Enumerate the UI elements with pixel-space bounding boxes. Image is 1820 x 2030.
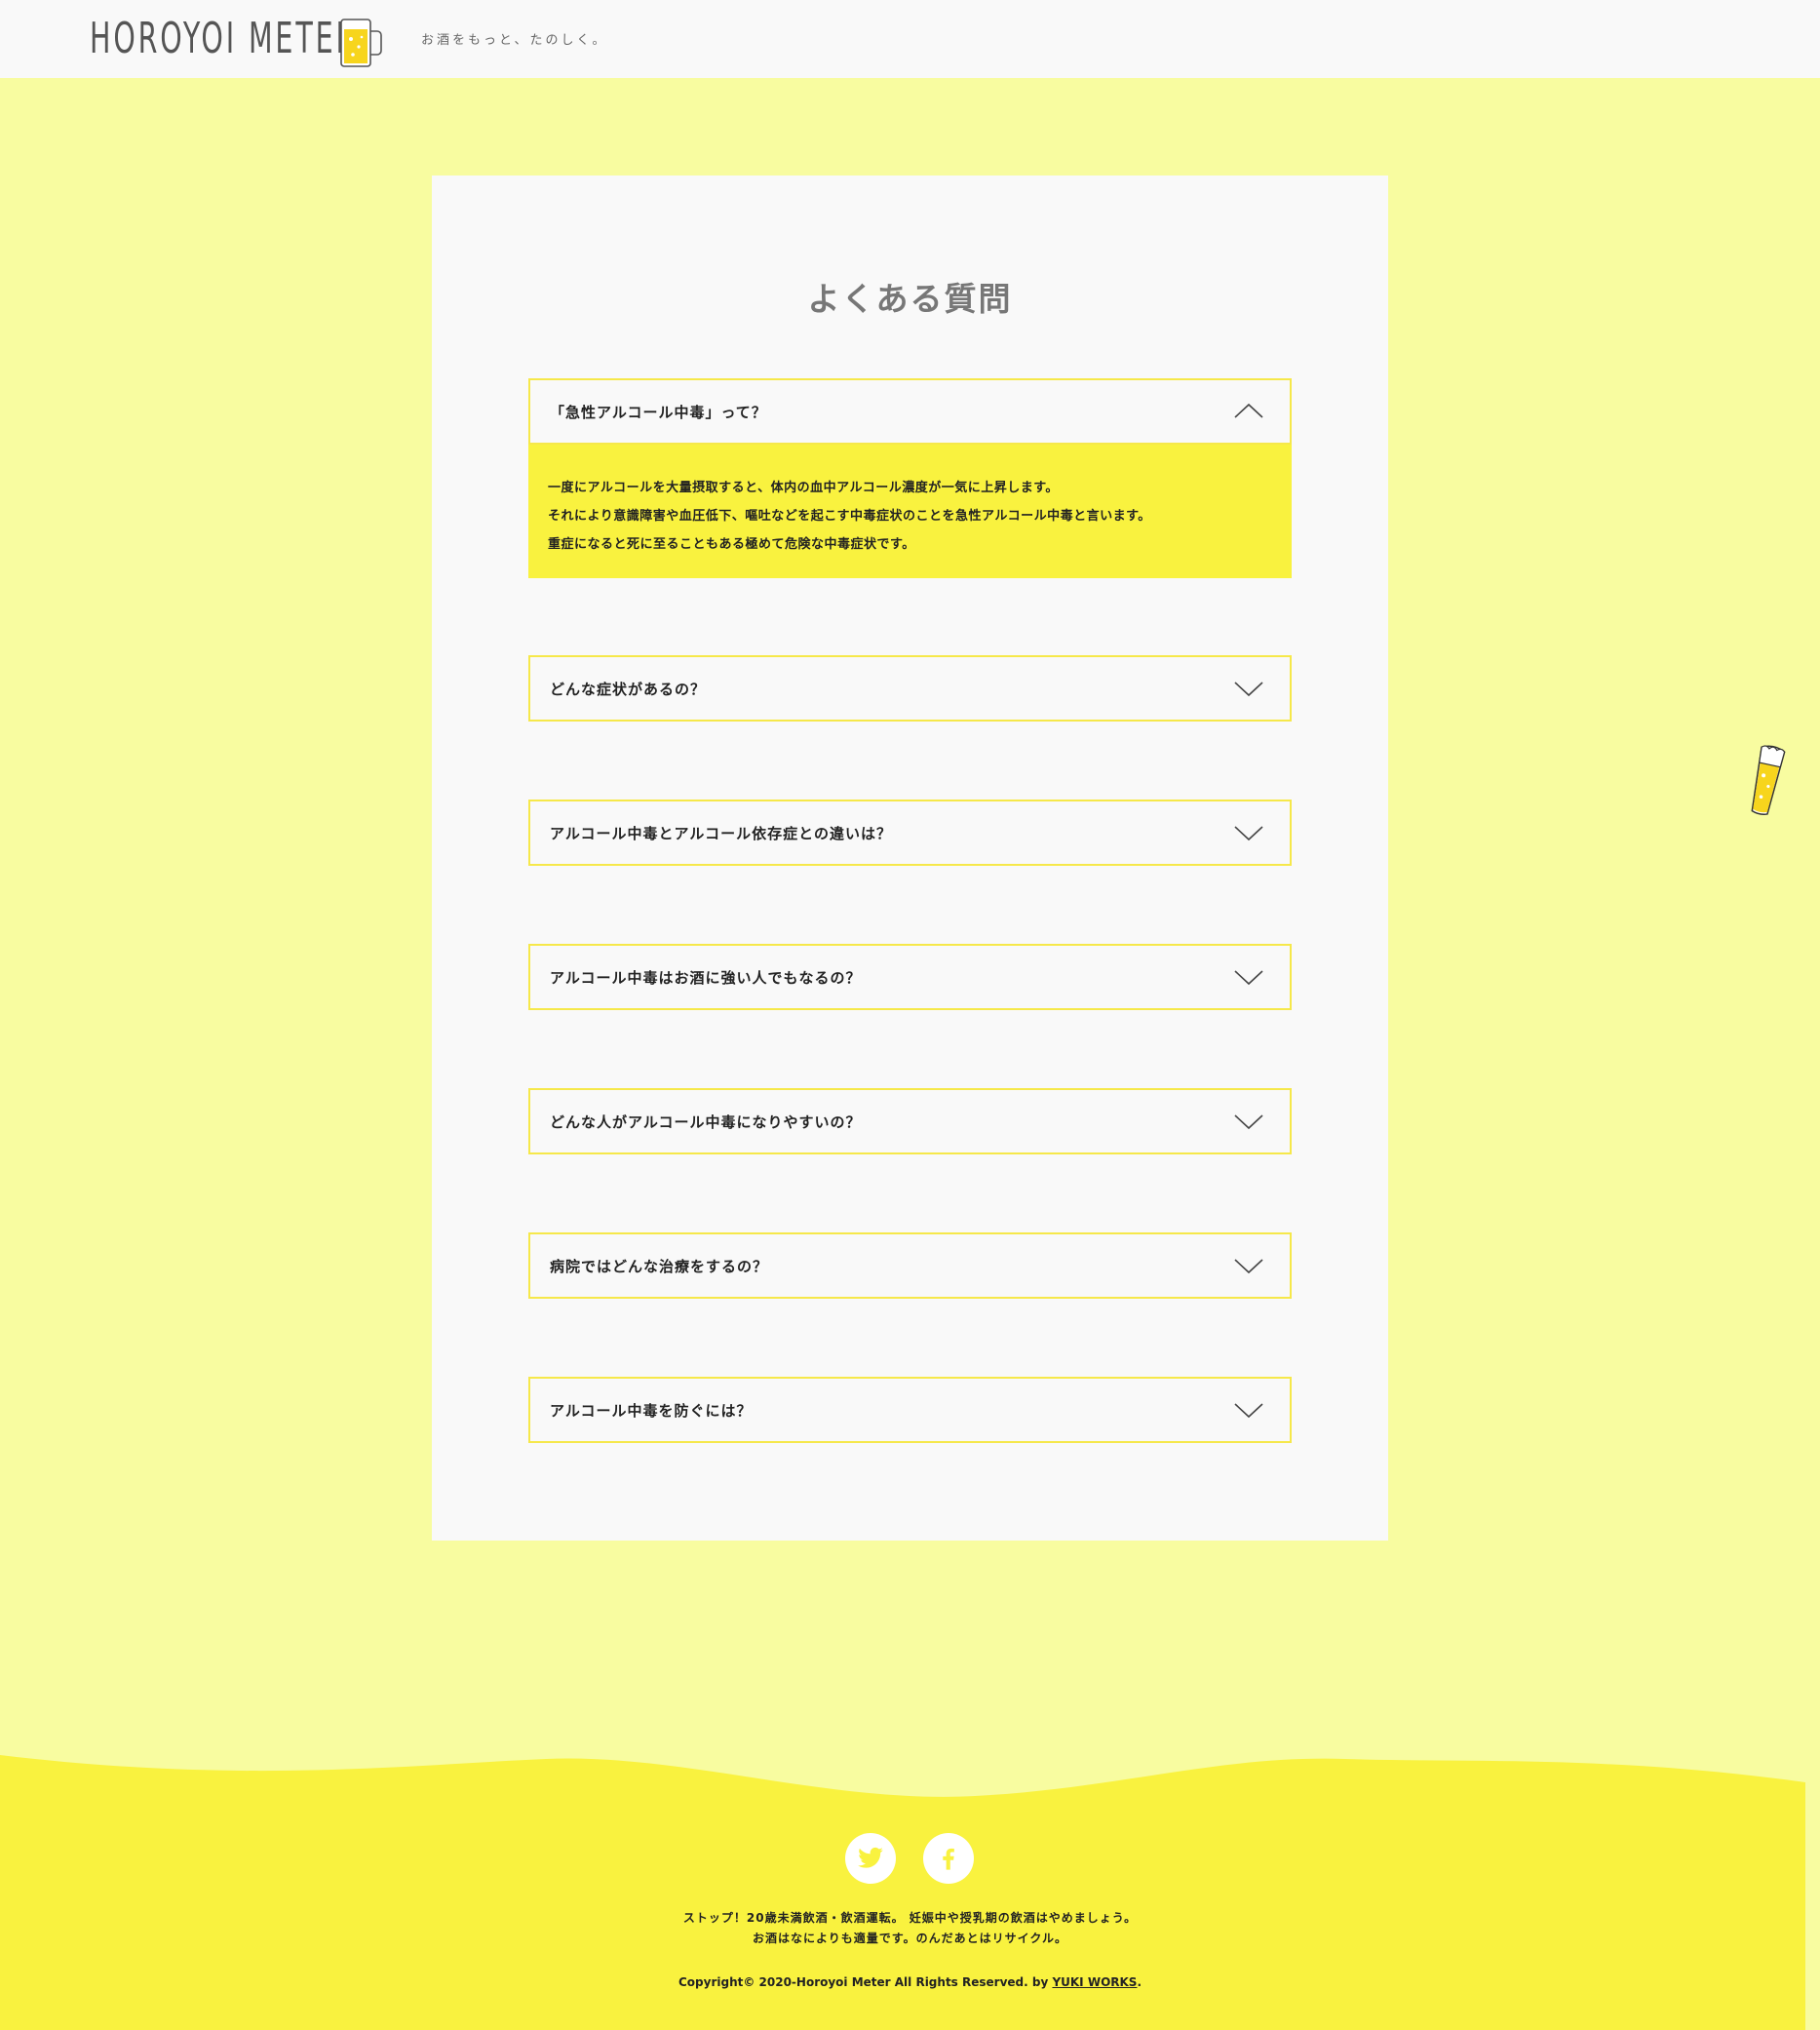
chevron-down-icon: [1234, 826, 1263, 841]
beer-glass-icon[interactable]: [1745, 743, 1788, 819]
footer-note-line2: お酒はなによりも適量です。のんだあとはリサイクル。: [753, 1932, 1067, 1945]
faq-question: アルコール中毒とアルコール依存症との違いは？: [550, 825, 892, 842]
twitter-button[interactable]: [845, 1833, 896, 1884]
faq-question-toggle[interactable]: アルコール中毒とアルコール依存症との違いは？: [528, 800, 1292, 866]
yuki-works-link[interactable]: YUKI WORKS: [1052, 1975, 1137, 1989]
faq-question: アルコール中毒はお酒に強い人でもなるの？: [550, 969, 862, 987]
faq-answer-line: 重症になると死に至ることもある極めて危険な中毒症状です。: [548, 537, 915, 552]
faq-question-toggle[interactable]: 「急性アルコール中毒」って？: [528, 378, 1292, 445]
faq-question-toggle[interactable]: 病院ではどんな治療をするの？: [528, 1232, 1292, 1299]
faq-question-toggle[interactable]: どんな症状があるの？: [528, 655, 1292, 722]
faq-question: アルコール中毒を防ぐには？: [550, 1402, 753, 1420]
chevron-down-icon: [1234, 970, 1263, 986]
page-title: よくある質問: [807, 280, 1013, 318]
footer-note-line1: ストップ！20歳未満飲酒・飲酒運転。 妊娠中や授乳期の飲酒はやめましょう。: [682, 1911, 1138, 1925]
copyright-text: Copyright© 2020-Horoyoi Meter All Rights…: [678, 1975, 1053, 1989]
faq-question: 病院ではどんな治療をするの？: [550, 1258, 769, 1275]
chevron-down-icon: [1234, 682, 1263, 697]
faq-item: どんな人がアルコール中毒になりやすいの？: [528, 1088, 1292, 1154]
faq-question: どんな人がアルコール中毒になりやすいの？: [550, 1113, 862, 1131]
faq-question-toggle[interactable]: アルコール中毒を防ぐには？: [528, 1377, 1292, 1443]
facebook-button[interactable]: [923, 1833, 974, 1884]
faq-item: どんな症状があるの？: [528, 655, 1292, 722]
chevron-down-icon: [1234, 1259, 1263, 1274]
faq-question: どんな症状があるの？: [550, 681, 707, 698]
chevron-down-icon: [1234, 1403, 1263, 1419]
faq-question-toggle[interactable]: アルコール中毒はお酒に強い人でもなるの？: [528, 944, 1292, 1010]
twitter-icon: [858, 1847, 883, 1868]
faq-item: 病院ではどんな治療をするの？: [528, 1232, 1292, 1299]
faq-answer: 一度にアルコールを大量摂取すると、体内の血中アルコール濃度が一気に上昇します。 …: [528, 445, 1292, 578]
site-logo[interactable]: HOROYOI METER: [90, 14, 358, 64]
faq-item: 「急性アルコール中毒」って？ 一度にアルコールを大量摂取すると、体内の血中アルコ…: [528, 378, 1292, 578]
beer-mug-icon: [340, 19, 382, 67]
faq-question-toggle[interactable]: どんな人がアルコール中毒になりやすいの？: [528, 1088, 1292, 1154]
faq-item: アルコール中毒とアルコール依存症との違いは？: [528, 800, 1292, 866]
site-tagline: お酒をもっと、たのしく。: [421, 33, 608, 48]
faq-question: 「急性アルコール中毒」って？: [550, 404, 767, 421]
copyright-suffix: .: [1137, 1975, 1142, 1989]
chevron-down-icon: [1234, 1114, 1263, 1130]
site-header: HOROYOI METER お酒をもっと、たのしく。: [0, 0, 1820, 78]
facebook-icon: [943, 1848, 954, 1870]
faq-answer-line: それにより意識障害や血圧低下、嘔吐などを起こす中毒症状のことを急性アルコール中毒…: [548, 509, 1151, 524]
faq-card: よくある質問 「急性アルコール中毒」って？ 一度にアルコールを大量摂取すると、体…: [432, 176, 1388, 1541]
chevron-up-icon: [1234, 403, 1263, 418]
faq-item: アルコール中毒を防ぐには？: [528, 1377, 1292, 1443]
copyright: Copyright© 2020-Horoyoi Meter All Rights…: [0, 1975, 1820, 1989]
faq-answer-line: 一度にアルコールを大量摂取すると、体内の血中アルコール濃度が一気に上昇します。: [548, 481, 1059, 495]
faq-item: アルコール中毒はお酒に強い人でもなるの？: [528, 944, 1292, 1010]
